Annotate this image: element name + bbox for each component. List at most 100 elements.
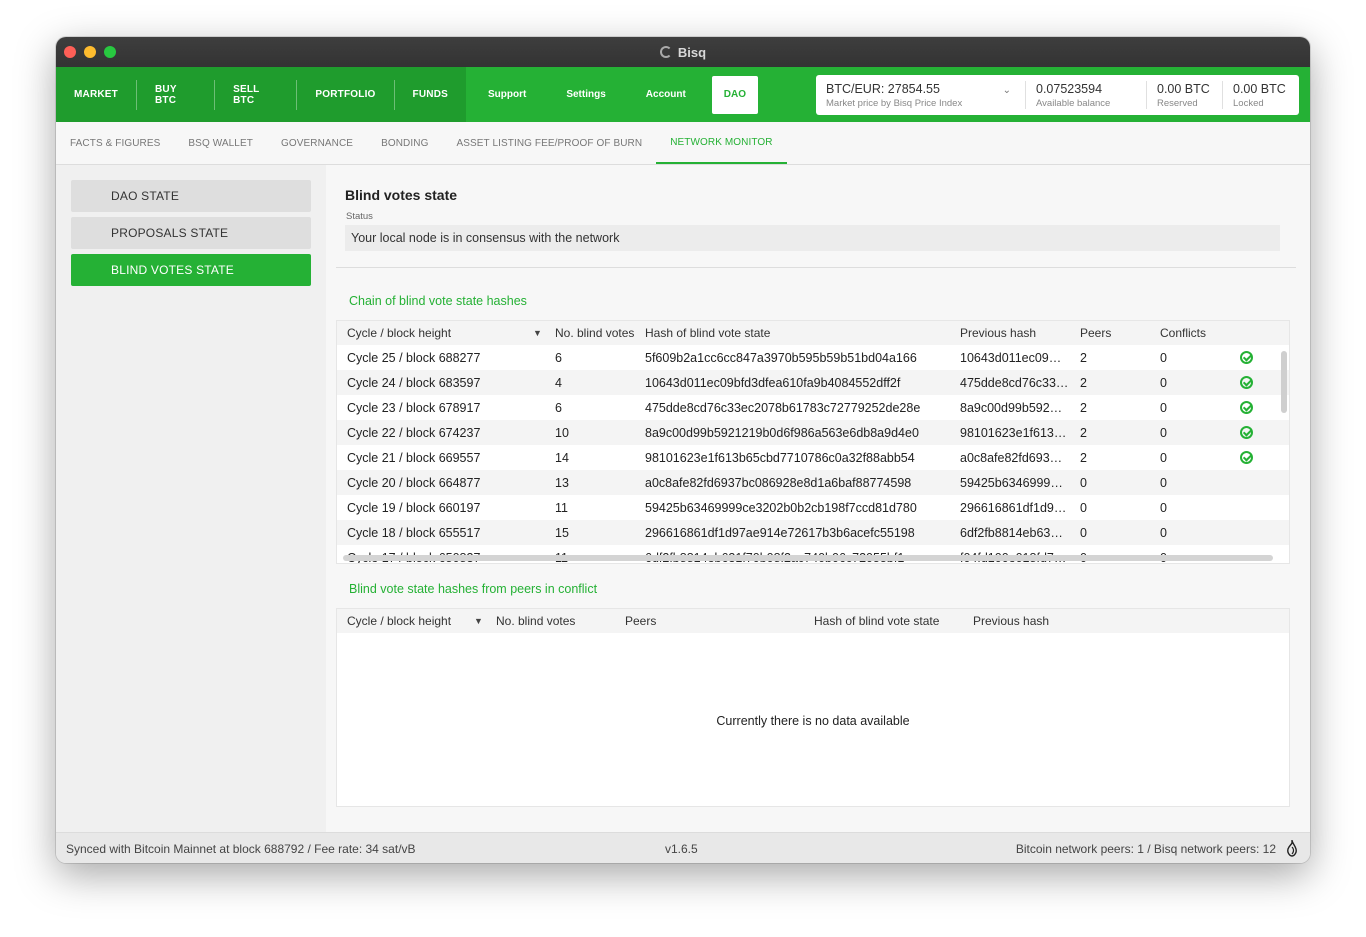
sidebar-item-blind-votes-state[interactable]: BLIND VOTES STATE xyxy=(71,254,311,286)
consensus-check-icon xyxy=(1240,420,1253,445)
tab-bonding[interactable]: BONDING xyxy=(367,122,442,164)
table-cell: Cycle 21 / block 669557 xyxy=(347,450,481,465)
tab-network-monitor[interactable]: NETWORK MONITOR xyxy=(656,122,787,164)
vertical-scrollbar[interactable] xyxy=(1281,351,1287,413)
nav-buy-btc[interactable]: BUY BTC xyxy=(137,79,216,110)
table-cell: Cycle 18 / block 655517 xyxy=(347,525,481,540)
nav-portfolio[interactable]: PORTFOLIO xyxy=(297,79,395,110)
column-header-previous-hash[interactable]: Previous hash xyxy=(960,321,1036,345)
column-header-conflicts[interactable]: Conflicts xyxy=(1160,321,1206,345)
table-cell: 2 xyxy=(1080,350,1087,365)
column-header-previous-hash[interactable]: Previous hash xyxy=(973,609,1049,633)
chain-section-title: Chain of blind vote state hashes xyxy=(349,294,527,308)
table-cell: Cycle 24 / block 683597 xyxy=(347,375,481,390)
locked-balance: 0.00 BTC Locked xyxy=(1223,81,1299,109)
dao-sub-navigation: FACTS & FIGURES BSQ WALLET GOVERNANCE BO… xyxy=(56,122,1310,165)
locked-balance-value: 0.00 BTC xyxy=(1233,81,1286,96)
nav-settings[interactable]: Settings xyxy=(546,76,625,114)
table-cell: 0 xyxy=(1160,350,1167,365)
table-cell: 296616861df1d97ae914e72617b3b6acefc55198 xyxy=(645,525,915,540)
app-window: Bisq MARKET BUY BTC SELL BTC PORTFOLIO F… xyxy=(56,37,1310,863)
status-field: Your local node is in consensus with the… xyxy=(345,225,1280,251)
nav-dao[interactable]: DAO xyxy=(711,75,759,114)
reserved-balance-label: Reserved xyxy=(1157,97,1198,109)
tab-facts-figures[interactable]: FACTS & FIGURES xyxy=(56,122,174,164)
table-cell: Cycle 19 / block 660197 xyxy=(347,500,481,515)
main-panel: Blind votes state Status Your local node… xyxy=(326,165,1310,832)
empty-table-message: Currently there is no data available xyxy=(716,714,910,728)
table-header: Cycle / block height ▼ No. blind votes H… xyxy=(337,321,1289,345)
nav-account[interactable]: Account xyxy=(626,76,706,114)
table-cell: 2 xyxy=(1080,425,1087,440)
window-title: Bisq xyxy=(56,37,1310,67)
chain-hashes-table: Cycle / block height ▼ No. blind votes H… xyxy=(336,320,1290,564)
column-header-cycle[interactable]: Cycle / block height xyxy=(347,609,451,633)
column-header-blind-votes[interactable]: No. blind votes xyxy=(496,609,575,633)
table-cell: Cycle 22 / block 674237 xyxy=(347,425,481,440)
sidebar-item-proposals-state[interactable]: PROPOSALS STATE xyxy=(71,217,311,249)
table-row[interactable]: Cycle 21 / block 669557 14 98101623e1f613b… xyxy=(337,445,1289,470)
conflict-section-title: Blind vote state hashes from peers in co… xyxy=(349,582,598,596)
table-row[interactable]: Cycle 23 / block 678917 6 475dde8cd76c33ec… xyxy=(337,395,1289,420)
bisq-logo-icon xyxy=(659,46,672,58)
consensus-check-icon xyxy=(1240,445,1253,470)
available-balance-label: Available balance xyxy=(1036,97,1111,109)
table-row[interactable]: Cycle 20 / block 664877 13 a0c8afe82fd6937… xyxy=(337,470,1289,495)
nav-sell-btc[interactable]: SELL BTC xyxy=(215,79,298,110)
nav-funds[interactable]: FUNDS xyxy=(395,80,466,110)
tor-onion-icon xyxy=(1287,839,1297,857)
table-cell: 5f609b2a1cc6cc847a3970b595b59b51bd04a166 xyxy=(645,350,917,365)
table-cell: 59425b63469999ce3202b0b2cb198f7ccd81d780 xyxy=(645,500,917,515)
table-cell: 10643d011ec09bfd3dfea610fa9b4084552dff2f xyxy=(645,375,901,390)
sort-desc-icon[interactable]: ▼ xyxy=(474,609,483,633)
market-price-selector[interactable]: BTC/EUR: 27854.55 Market price by Bisq P… xyxy=(816,81,1026,109)
column-header-hash[interactable]: Hash of blind vote state xyxy=(814,609,939,633)
tab-asset-listing-fee[interactable]: ASSET LISTING FEE/PROOF OF BURN xyxy=(442,122,656,164)
sidebar-item-dao-state[interactable]: DAO STATE xyxy=(71,180,311,212)
table-row[interactable]: Cycle 18 / block 655517 15 296616861df1d97… xyxy=(337,520,1289,545)
table-cell: 0 xyxy=(1160,475,1167,490)
table-cell: 0 xyxy=(1160,425,1167,440)
column-header-hash[interactable]: Hash of blind vote state xyxy=(645,321,770,345)
table-cell: 0 xyxy=(1080,475,1087,490)
table-cell: 2 xyxy=(1080,375,1087,390)
consensus-check-icon xyxy=(1240,345,1253,370)
column-header-cycle[interactable]: Cycle / block height xyxy=(347,321,451,345)
table-cell: 0 xyxy=(1080,525,1087,540)
table-cell: 59425b6346999… xyxy=(960,475,1063,490)
available-balance: 0.07523594 Available balance xyxy=(1026,81,1147,109)
title-bar: Bisq xyxy=(56,37,1310,67)
chevron-down-icon[interactable]: ⌄ xyxy=(1003,85,1011,96)
consensus-check-icon xyxy=(1240,395,1253,420)
table-cell: a0c8afe82fd6937bc086928e8d1a6baf88774598 xyxy=(645,475,912,490)
table-cell: 475dde8cd76c33ec2078b61783c72779252de28e xyxy=(645,400,921,415)
reserved-balance-value: 0.00 BTC xyxy=(1157,81,1210,96)
table-row[interactable]: Cycle 25 / block 688277 6 5f609b2a1cc6cc84… xyxy=(337,345,1289,370)
table-body: Cycle 25 / block 688277 6 5f609b2a1cc6cc84… xyxy=(337,345,1289,563)
table-row[interactable]: Cycle 24 / block 683597 4 10643d011ec09bfd… xyxy=(337,370,1289,395)
table-cell: 8a9c00d99b5921219b0d6f986a563e6db8a9d4e0 xyxy=(645,425,919,440)
table-cell: 475dde8cd76c33… xyxy=(960,375,1069,390)
table-row[interactable]: Cycle 22 / block 674237 10 8a9c00d99b59212… xyxy=(337,420,1289,445)
tab-governance[interactable]: GOVERNANCE xyxy=(267,122,367,164)
sort-desc-icon[interactable]: ▼ xyxy=(533,321,542,345)
column-header-blind-votes[interactable]: No. blind votes xyxy=(555,321,634,345)
app-version: v1.6.5 xyxy=(665,842,698,856)
horizontal-scrollbar[interactable] xyxy=(343,555,1273,561)
table-row[interactable]: Cycle 19 / block 660197 11 59425b63469999c… xyxy=(337,495,1289,520)
table-cell: 15 xyxy=(555,525,569,540)
column-header-peers[interactable]: Peers xyxy=(625,609,656,633)
nav-market[interactable]: MARKET xyxy=(56,79,137,110)
divider xyxy=(336,267,1296,268)
table-cell: 0 xyxy=(1160,450,1167,465)
table-cell: 14 xyxy=(555,450,569,465)
nav-support[interactable]: Support xyxy=(468,76,546,114)
table-cell: a0c8afe82fd693… xyxy=(960,450,1063,465)
tab-bsq-wallet[interactable]: BSQ WALLET xyxy=(174,122,267,164)
consensus-check-icon xyxy=(1240,370,1253,395)
table-cell: Cycle 25 / block 688277 xyxy=(347,350,481,365)
table-cell: 0 xyxy=(1160,500,1167,515)
primary-nav: MARKET BUY BTC SELL BTC PORTFOLIO FUNDS xyxy=(56,67,466,122)
column-header-peers[interactable]: Peers xyxy=(1080,321,1111,345)
table-cell: 2 xyxy=(1080,450,1087,465)
